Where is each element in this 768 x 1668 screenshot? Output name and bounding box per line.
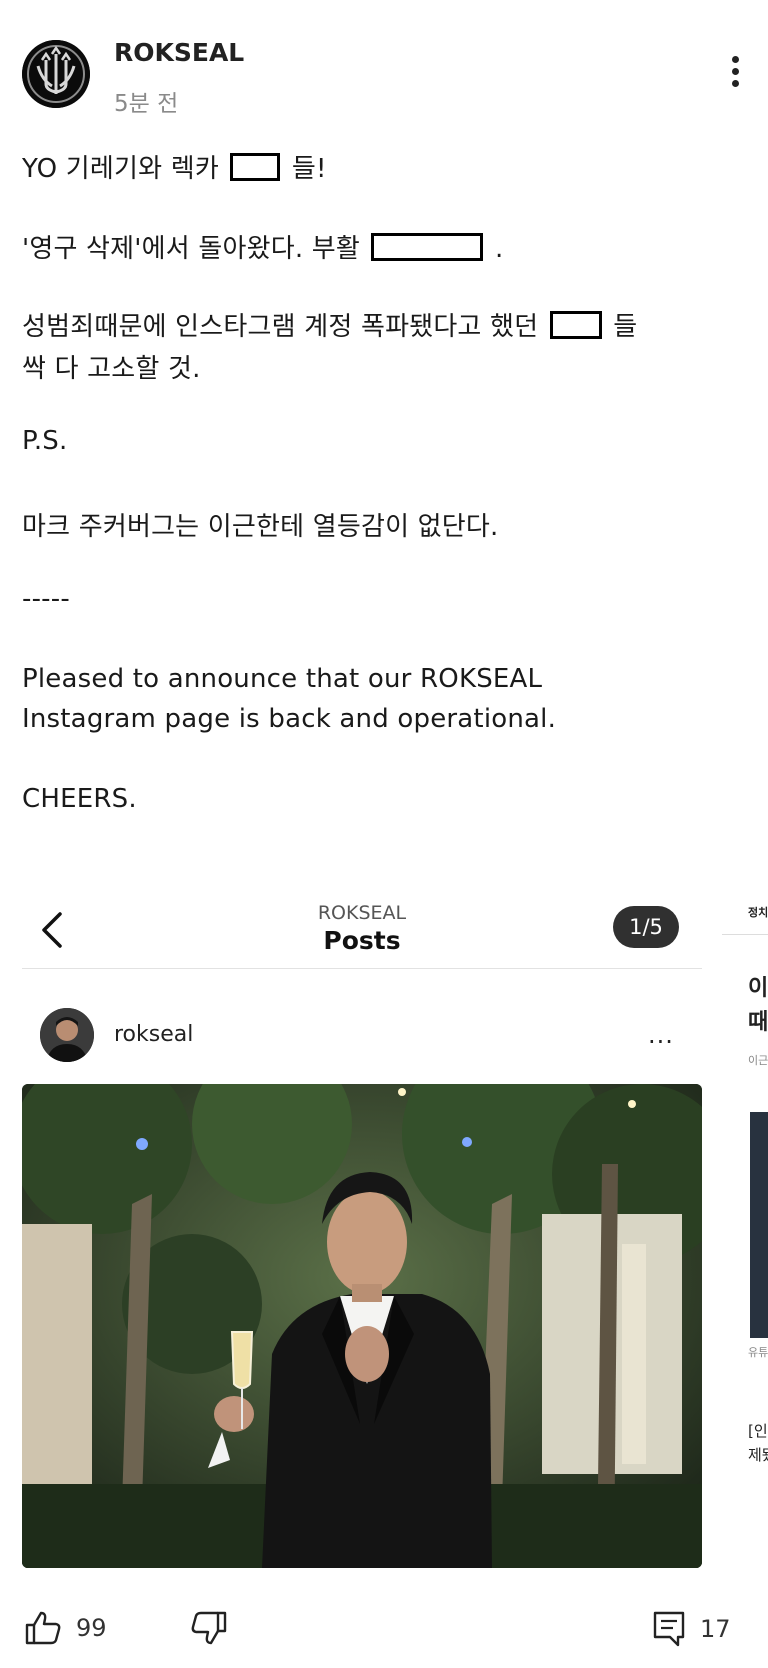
post-line-2: '영구 삭제'에서 돌아왔다. 부활 .: [22, 228, 503, 265]
redaction-box: [371, 233, 484, 261]
redaction-box: [230, 153, 281, 181]
post-text: YO 기레기와 렉카: [22, 154, 219, 184]
post-line-8: Pleased to announce that our ROKSEAL: [22, 664, 543, 694]
embedded-image[interactable]: ROKSEAL Posts 1/5 rokseal ...: [22, 880, 702, 1570]
divider: [22, 968, 702, 969]
author-avatar[interactable]: [22, 40, 90, 108]
side-caption: 유튜: [748, 1346, 768, 1359]
thumbs-up-icon: [25, 1611, 61, 1645]
post-line-1: YO 기레기와 렉카 들!: [22, 148, 327, 185]
side-tab-label: 정치: [748, 906, 768, 919]
side-text: 제됐: [748, 1446, 768, 1464]
more-horizontal-icon: ...: [648, 1021, 674, 1049]
comment-button[interactable]: 17: [652, 1610, 731, 1648]
like-count: 99: [76, 1614, 107, 1642]
post-photo: [22, 1084, 702, 1568]
post-line-9: Instagram page is back and operational.: [22, 704, 557, 734]
side-headline: 이: [748, 976, 768, 1001]
post-text: 들: [613, 312, 638, 342]
side-headline: 때: [748, 1010, 768, 1035]
thumbs-down-icon: [191, 1611, 227, 1645]
like-button[interactable]: 99: [24, 1610, 107, 1646]
comment-icon: [653, 1611, 685, 1647]
post-text: 들!: [291, 154, 327, 184]
comment-count: 17: [700, 1615, 731, 1643]
post-line-7: -----: [22, 584, 70, 614]
side-image: [750, 1112, 768, 1338]
post-time: 5분 전: [114, 91, 179, 117]
redaction-box: [549, 311, 602, 339]
divider: [722, 934, 768, 935]
ig-avatar: [40, 1008, 94, 1062]
post-line-10: CHEERS.: [22, 784, 137, 814]
ig-account-label: ROKSEAL: [317, 902, 407, 924]
ig-page-title: Posts: [323, 926, 401, 955]
post-header: ROKSEAL 5분 전: [0, 0, 768, 120]
image-counter: 1/5: [613, 906, 679, 948]
side-meta: 이근: [748, 1054, 768, 1067]
dislike-button[interactable]: [190, 1610, 228, 1646]
adjacent-image-fragment[interactable]: 정치 이 때 이근 유튜 [인 제됐: [722, 880, 768, 1570]
more-vertical-icon[interactable]: [724, 52, 748, 92]
post-text: '영구 삭제'에서 돌아왔다. 부활: [22, 234, 360, 264]
post-text: 성범죄때문에 인스타그램 계정 폭파됐다고 했던: [22, 312, 539, 342]
author-name[interactable]: ROKSEAL: [114, 38, 244, 67]
post-text: .: [494, 234, 504, 264]
post-line-4: 싹 다 고소할 것.: [22, 354, 201, 384]
ig-username: rokseal: [114, 1022, 194, 1047]
post-line-3: 성범죄때문에 인스타그램 계정 폭파됐다고 했던 들: [22, 306, 637, 343]
side-text: [인: [748, 1422, 768, 1440]
post-line-5: P.S.: [22, 426, 68, 456]
post-line-6: 마크 주커버그는 이근한테 열등감이 없단다.: [22, 512, 499, 542]
post-actions: 99 17: [0, 1590, 768, 1668]
